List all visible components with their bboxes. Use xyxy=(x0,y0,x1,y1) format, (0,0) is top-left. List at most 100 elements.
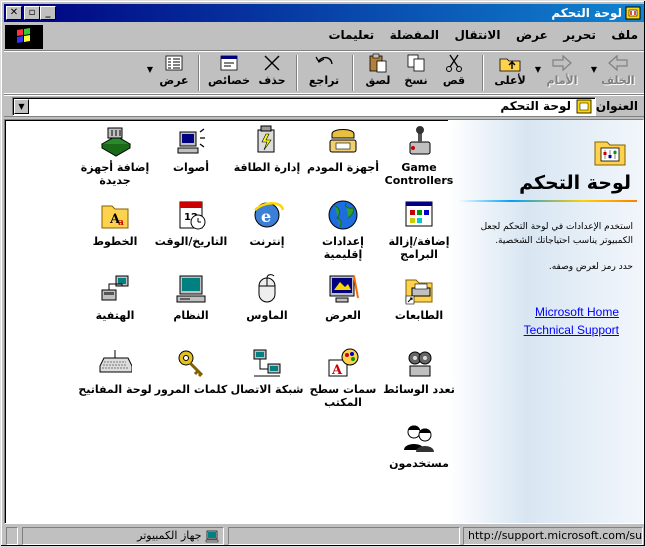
address-label: العنوان xyxy=(595,99,638,113)
regional-settings-icon xyxy=(328,200,358,230)
control-panel-item-keyboard[interactable]: لوحة المفاتيح xyxy=(78,346,152,396)
info-panel: لوحة التحكم استخدم الإعدادات في لوحة الت… xyxy=(448,120,643,523)
back-arrow-icon xyxy=(608,54,628,72)
control-panel-icon xyxy=(625,6,641,20)
keyboard-icon xyxy=(99,350,132,373)
multimedia-icon xyxy=(408,351,432,377)
status-pane-middle xyxy=(228,527,460,545)
microsoft-home-link[interactable]: Microsoft Home xyxy=(535,305,619,319)
back-button[interactable]: الخلف xyxy=(598,53,638,93)
copy-icon xyxy=(407,54,425,72)
control-panel-item-mouse[interactable]: الماوس xyxy=(230,272,304,322)
delete-button[interactable]: حذف xyxy=(254,53,290,93)
control-panel-item-display[interactable]: العرض xyxy=(306,272,380,322)
panel-description: استخدم الإعدادات في لوحة التحكم لجعل الك… xyxy=(480,222,633,246)
status-zone: جهاز الكمبيوتر xyxy=(22,527,224,545)
forward-button[interactable]: الأمام xyxy=(542,53,582,93)
control-panel-item-multimedia[interactable]: تعدد الوسائط xyxy=(382,346,456,396)
close-button[interactable]: ✕ xyxy=(6,6,22,20)
item-label-line1: مستخدمون xyxy=(389,457,449,470)
control-panel-item-add-hardware[interactable]: إضافة أجهزة جديدة xyxy=(78,124,152,187)
item-label-line1: إضافة أجهزة xyxy=(80,161,150,174)
control-panel-item-modems[interactable]: أجهزة المودم xyxy=(306,124,380,174)
control-panel-item-internet[interactable]: e إنترنت xyxy=(230,198,304,248)
power-management-icon xyxy=(257,125,275,153)
menu-view[interactable]: عرض xyxy=(510,25,554,45)
control-panel-item-game-controllers[interactable]: Game Controllers xyxy=(382,124,456,187)
control-panel-window: لوحة التحكم ✕ ▫ _ ملف تحرير عرض الانتقال… xyxy=(0,0,646,547)
network-icon xyxy=(253,349,281,377)
item-label-line1: التاريخ/الوقت xyxy=(154,235,228,248)
control-panel-item-system[interactable]: النظام xyxy=(154,272,228,322)
up-folder-icon xyxy=(499,58,521,72)
control-panel-item-printers[interactable]: الطابعات xyxy=(382,272,456,322)
minimize-button[interactable]: _ xyxy=(40,6,56,20)
item-label-line1: أجهزة المودم xyxy=(306,161,379,174)
menu-bar: ملف تحرير عرض الانتقال المفضلة تعليمات xyxy=(4,25,644,47)
delete-x-icon xyxy=(264,55,280,71)
item-label-line1: النظام xyxy=(173,309,209,322)
item-label-line1: إنترنت xyxy=(249,235,285,248)
scissors-icon xyxy=(446,54,462,72)
internet-icon: e xyxy=(254,202,284,228)
windows-logo-icon xyxy=(5,25,43,49)
modems-icon xyxy=(329,129,357,153)
control-panel-item-users[interactable]: مستخدمون xyxy=(382,420,456,470)
address-value: لوحة التحكم xyxy=(500,99,571,113)
item-label-line1: الخطوط xyxy=(92,235,138,248)
copy-button[interactable]: نسخ xyxy=(398,53,434,93)
paste-icon xyxy=(369,53,387,73)
item-label-line2: المكتب xyxy=(324,396,362,409)
toolbar-separator xyxy=(482,55,484,91)
address-bar: العنوان لوحة التحكم ▼ xyxy=(4,95,644,117)
menu-favorites[interactable]: المفضلة xyxy=(384,25,445,45)
undo-icon xyxy=(315,56,333,65)
add-hardware-icon xyxy=(100,127,132,157)
item-label-line2: البرامج xyxy=(400,248,438,261)
control-panel-item-power-management[interactable]: إدارة الطاقة xyxy=(230,124,304,174)
forward-arrow-icon xyxy=(552,54,572,72)
menu-file[interactable]: ملف xyxy=(605,25,644,45)
properties-button[interactable]: خصائص xyxy=(206,53,252,93)
users-icon xyxy=(404,425,434,452)
svg-text:e: e xyxy=(261,207,271,226)
control-panel-item-fonts[interactable]: Aa الخطوط xyxy=(78,198,152,248)
item-label-line1: لوحة المفاتيح xyxy=(78,383,152,396)
views-button[interactable]: عرض xyxy=(156,53,192,93)
toolbar-separator xyxy=(352,55,354,91)
undo-button[interactable]: تراجع xyxy=(304,53,344,93)
menu-help[interactable]: تعليمات xyxy=(322,25,380,45)
item-label-line1: إعدادات إقليمية xyxy=(322,235,364,261)
paste-button[interactable]: لصق xyxy=(360,53,396,93)
menu-go[interactable]: الانتقال xyxy=(448,25,506,45)
control-panel-item-desktop-themes[interactable]: A سمات سطح المكتب xyxy=(306,346,380,409)
control-panel-item-regional-settings[interactable]: إعدادات إقليمية xyxy=(306,198,380,261)
svg-text:a: a xyxy=(118,218,124,228)
address-dropdown-button[interactable]: ▼ xyxy=(14,99,29,114)
item-label-line1: أصوات xyxy=(172,161,210,174)
date-time-icon: 12 xyxy=(179,201,206,230)
up-button[interactable]: لأعلى xyxy=(490,53,530,93)
control-panel-item-telephony[interactable]: الهتفية xyxy=(78,272,152,322)
desktop-themes-icon: A xyxy=(328,348,359,378)
control-panel-item-sounds[interactable]: أصوات xyxy=(154,124,228,174)
control-panel-item-network[interactable]: شبكة الاتصال xyxy=(230,346,304,396)
title-bar[interactable]: لوحة التحكم ✕ ▫ _ xyxy=(4,4,644,22)
technical-support-link[interactable]: Technical Support xyxy=(524,323,619,337)
views-icon xyxy=(165,55,183,71)
item-label-line1: Game xyxy=(401,161,437,174)
control-panel-item-passwords[interactable]: كلمات المرور xyxy=(154,346,228,396)
add-remove-programs-icon xyxy=(405,201,433,227)
restore-button[interactable]: ▫ xyxy=(24,6,40,20)
item-label-line1: الهتفية xyxy=(95,309,135,322)
control-panel-item-date-time[interactable]: 12 التاريخ/الوقت xyxy=(154,198,228,248)
panel-hint: حدد رمز لعرض وصفه. xyxy=(548,262,633,272)
game-controllers-icon xyxy=(409,126,431,155)
cut-button[interactable]: قص xyxy=(436,53,472,93)
control-panel-large-icon xyxy=(594,141,626,166)
display-icon xyxy=(329,275,359,303)
control-panel-item-add-remove-programs[interactable]: إضافة/إزالة البرامج xyxy=(382,198,456,261)
address-input[interactable]: لوحة التحكم ▼ xyxy=(12,97,596,116)
menu-edit[interactable]: تحرير xyxy=(557,25,602,45)
panel-divider xyxy=(457,200,637,202)
